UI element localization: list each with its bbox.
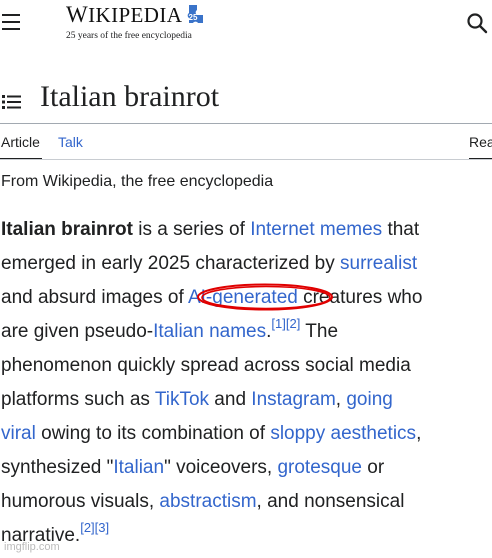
tabs-divider	[0, 159, 492, 160]
article-lead-paragraph: Italian brainrot is a series of Internet…	[1, 213, 491, 553]
citation-link[interactable]: [3]	[95, 520, 109, 535]
citation-link[interactable]: [1]	[271, 316, 285, 331]
menu-icon[interactable]	[2, 14, 22, 32]
link-sloppy-aesthetics[interactable]: sloppy aesthetics	[270, 423, 416, 444]
svg-text:25: 25	[189, 13, 198, 22]
text-line: narrative.[2][3]	[1, 519, 110, 546]
article-subject: Italian brainrot	[1, 219, 133, 240]
page-tabs: Article Talk Rea	[0, 124, 492, 160]
text-line: phenomenon quickly spread across social …	[1, 355, 411, 376]
page-title: Italian brainrot	[40, 80, 220, 113]
tab-talk[interactable]: Talk	[58, 134, 83, 150]
link-abstractism[interactable]: abstractism	[159, 491, 256, 512]
watermark: imgflip.com	[4, 541, 60, 553]
text-line: platforms such as TikTok and Instagram, …	[1, 389, 393, 410]
link-going-viral[interactable]: going	[346, 389, 393, 410]
link-going-viral[interactable]: viral	[1, 423, 36, 444]
wikipedia-25-badge-icon: 25	[187, 5, 203, 23]
link-internet-memes[interactable]: Internet memes	[250, 219, 382, 240]
link-instagram[interactable]: Instagram	[251, 389, 335, 410]
link-italian-names[interactable]: Italian names	[153, 321, 266, 342]
link-italian[interactable]: Italian	[113, 457, 164, 478]
link-grotesque[interactable]: grotesque	[277, 457, 362, 478]
text-line: emerged in early 2025 characterized by s…	[1, 253, 418, 274]
text-line: Italian brainrot is a series of Internet…	[1, 219, 420, 240]
citation-link[interactable]: [2]	[286, 316, 300, 331]
tab-article[interactable]: Article	[1, 134, 40, 150]
search-icon[interactable]	[466, 12, 488, 34]
text-line: humorous visuals, abstractism, and nonse…	[1, 491, 405, 512]
tab-read[interactable]: Rea	[469, 134, 492, 150]
link-tiktok[interactable]: TikTok	[155, 389, 209, 410]
citation-link[interactable]: [2]	[80, 520, 94, 535]
link-surrealist[interactable]: surrealist	[340, 253, 417, 274]
wikipedia-logo[interactable]: WIKIPEDIA 25 25 years of the free encycl…	[66, 2, 216, 46]
red-ellipse-annotation	[197, 283, 333, 311]
text-line: viral owing to its combination of sloppy…	[1, 423, 422, 444]
annotation-ellipse-inner	[201, 285, 331, 310]
page-subtitle: From Wikipedia, the free encyclopedia	[1, 173, 274, 190]
text-line: are given pseudo-Italian names.[1][2] Th…	[1, 315, 339, 342]
logo-tagline: 25 years of the free encyclopedia	[66, 31, 192, 41]
text-line: synthesized "Italian" voiceovers, grotes…	[1, 457, 385, 478]
logo-wordmark: WIKIPEDIA	[66, 2, 183, 27]
top-bar: WIKIPEDIA 25 25 years of the free encycl…	[0, 0, 492, 52]
toc-icon[interactable]	[2, 94, 22, 110]
